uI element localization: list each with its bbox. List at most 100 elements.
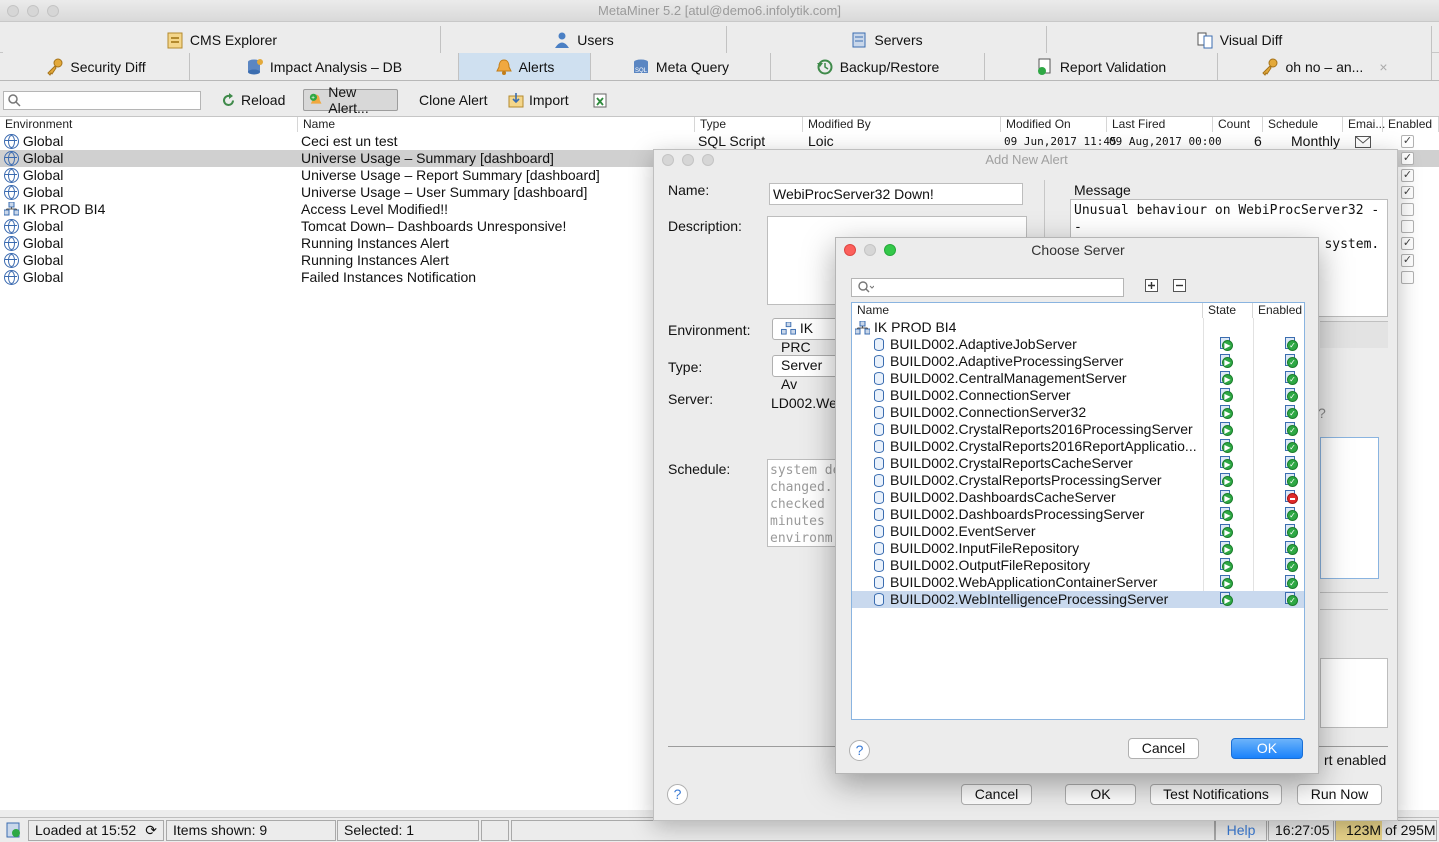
server-state-running-icon: ▶ <box>1219 575 1233 589</box>
server-row[interactable]: BUILD002.WebIntelligenceProcessingServer… <box>852 591 1304 608</box>
alert-search-input[interactable] <box>3 91 201 110</box>
cancel-button[interactable]: Cancel <box>961 784 1032 805</box>
name-label: Name: <box>668 182 710 198</box>
server-enabled-icon: ✓ <box>1284 473 1298 487</box>
recipients-list[interactable] <box>1320 437 1379 579</box>
server-row[interactable]: BUILD002.ConnectionServer ▶ ✓ <box>852 387 1304 404</box>
tab-servers[interactable]: Servers <box>727 26 1047 53</box>
tab-meta-query[interactable]: SQL Meta Query <box>591 53 771 80</box>
server-row[interactable]: BUILD002.CrystalReports2016ReportApplica… <box>852 438 1304 455</box>
column-header-count[interactable]: Count <box>1213 117 1263 132</box>
expand-all-icon[interactable] <box>1145 279 1158 292</box>
dialog-title: Choose Server <box>1031 242 1125 258</box>
enabled-checkbox[interactable] <box>1401 203 1414 216</box>
test-notifications-button[interactable]: Test Notifications <box>1150 784 1282 805</box>
alert-enabled-checkbox-label[interactable]: rt enabled <box>1324 752 1386 768</box>
reload-button[interactable]: Reload <box>216 89 290 111</box>
server-name: BUILD002.AdaptiveJobServer <box>890 336 1077 352</box>
column-header-environment[interactable]: Environment <box>0 117 298 132</box>
column-header-enabled[interactable]: Enabled <box>1383 117 1439 132</box>
clone-alert-button[interactable]: Clone Alert <box>414 89 492 111</box>
enabled-checkbox[interactable]: ✓ <box>1401 152 1414 165</box>
close-dialog-button[interactable] <box>844 244 856 256</box>
tab-backup-restore[interactable]: Backup/Restore <box>771 53 985 80</box>
server-row[interactable]: BUILD002.AdaptiveProcessingServer ▶ ✓ <box>852 353 1304 370</box>
server-row[interactable]: BUILD002.AdaptiveJobServer ▶ ✓ <box>852 336 1304 353</box>
cancel-button[interactable]: Cancel <box>1128 738 1199 759</box>
column-header-type[interactable]: Type <box>695 117 803 132</box>
tree-root-node[interactable]: IK PROD BI4 <box>852 319 1304 336</box>
server-row[interactable]: BUILD002.CrystalReportsProcessingServer ▶… <box>852 472 1304 489</box>
column-header-state[interactable]: State <box>1203 303 1253 318</box>
zoom-dialog-button[interactable] <box>702 154 714 166</box>
server-row[interactable]: BUILD002.DashboardsCacheServer ▶ <box>852 489 1304 506</box>
column-header-enabled[interactable]: Enabled <box>1253 303 1304 318</box>
enabled-checkbox[interactable]: ✓ <box>1401 135 1414 148</box>
tab-cms-explorer[interactable]: CMS Explorer <box>3 26 441 53</box>
column-header-modified-on[interactable]: Modified On <box>1001 117 1107 132</box>
minimize-dialog-button[interactable] <box>864 244 876 256</box>
tab-users[interactable]: Users <box>441 26 727 53</box>
tab-alerts[interactable]: Alerts <box>459 53 591 80</box>
tab-label: Backup/Restore <box>839 58 940 75</box>
enabled-checkbox[interactable]: ✓ <box>1401 169 1414 182</box>
column-header-name[interactable]: Name <box>298 117 695 132</box>
server-row[interactable]: BUILD002.CentralManagementServer ▶ ✓ <box>852 370 1304 387</box>
tab-visual-diff[interactable]: Visual Diff <box>1047 26 1432 53</box>
enabled-checkbox[interactable]: ✓ <box>1401 186 1414 199</box>
minimize-dialog-button[interactable] <box>682 154 694 166</box>
server-row[interactable]: BUILD002.DashboardsProcessingServer ▶ ✓ <box>852 506 1304 523</box>
enabled-checkbox[interactable] <box>1401 271 1414 284</box>
server-disabled-icon <box>1284 490 1298 504</box>
help-link[interactable]: Help <box>1215 820 1267 841</box>
enabled-checkbox[interactable]: ✓ <box>1401 254 1414 267</box>
server-row[interactable]: BUILD002.ConnectionServer32 ▶ ✓ <box>852 404 1304 421</box>
type-select[interactable]: Server Av <box>772 355 842 392</box>
tab-report-validation[interactable]: Report Validation <box>985 53 1218 80</box>
tab-label: Visual Diff <box>1219 31 1283 48</box>
search-icon <box>858 281 874 293</box>
schedule-label: Schedule: <box>668 461 731 477</box>
ok-button[interactable]: OK <box>1231 738 1303 759</box>
help-button[interactable]: ? <box>667 784 688 805</box>
refresh-icon[interactable]: ⟳ <box>145 821 157 840</box>
tab-security-diff[interactable]: Security Diff <box>3 53 190 80</box>
server-enabled-icon: ✓ <box>1284 439 1298 453</box>
export-button[interactable] <box>587 89 613 111</box>
run-now-button[interactable]: Run Now <box>1297 784 1382 805</box>
server-row[interactable]: BUILD002.EventServer ▶ ✓ <box>852 523 1304 540</box>
import-button[interactable]: Import <box>503 89 574 111</box>
server-row[interactable]: BUILD002.CrystalReports2016ProcessingSer… <box>852 421 1304 438</box>
column-header-modified-by[interactable]: Modified By <box>803 117 1001 132</box>
ok-button[interactable]: OK <box>1065 784 1136 805</box>
column-header-last-fired[interactable]: Last Fired <box>1107 117 1213 132</box>
collapse-all-icon[interactable] <box>1173 279 1186 292</box>
help-button[interactable]: ? <box>849 740 870 761</box>
alert-name-input[interactable]: WebiProcServer32 Down! <box>769 183 1023 205</box>
zoom-dialog-button[interactable] <box>884 244 896 256</box>
environment-select[interactable]: IK PRC <box>772 318 842 355</box>
tab-oh-no[interactable]: oh no – an... × <box>1218 53 1432 80</box>
close-dialog-button[interactable] <box>662 154 674 166</box>
server-search-input[interactable] <box>851 278 1124 297</box>
notes-textarea[interactable] <box>1320 658 1388 728</box>
table-row[interactable]: Global Ceci est un test SQL Script Loic … <box>0 133 1439 150</box>
status-slot-empty <box>481 820 509 841</box>
column-header-name[interactable]: Name <box>852 303 1203 318</box>
enabled-checkbox[interactable] <box>1401 220 1414 233</box>
zoom-window-button[interactable] <box>47 5 59 17</box>
minimize-window-button[interactable] <box>27 5 39 17</box>
server-row[interactable]: BUILD002.WebApplicationContainerServer ▶ ✓ <box>852 574 1304 591</box>
column-header-email[interactable]: Emai... <box>1343 117 1385 132</box>
enabled-checkbox[interactable]: ✓ <box>1401 237 1414 250</box>
close-window-button[interactable] <box>7 5 19 17</box>
server-value[interactable]: LD002.Web <box>771 395 845 411</box>
column-header-schedule[interactable]: Schedule <box>1263 117 1343 132</box>
server-row[interactable]: BUILD002.CrystalReportsCacheServer ▶ ✓ <box>852 455 1304 472</box>
memory-gauge[interactable]: 123M of 295M <box>1335 820 1437 841</box>
tab-impact-analysis-db[interactable]: Impact Analysis – DB <box>190 53 459 80</box>
close-tab-icon[interactable]: × <box>1379 59 1387 75</box>
server-row[interactable]: BUILD002.OutputFileRepository ▶ ✓ <box>852 557 1304 574</box>
new-alert-button[interactable]: + New Alert... <box>303 84 398 116</box>
server-row[interactable]: BUILD002.InputFileRepository ▶ ✓ <box>852 540 1304 557</box>
